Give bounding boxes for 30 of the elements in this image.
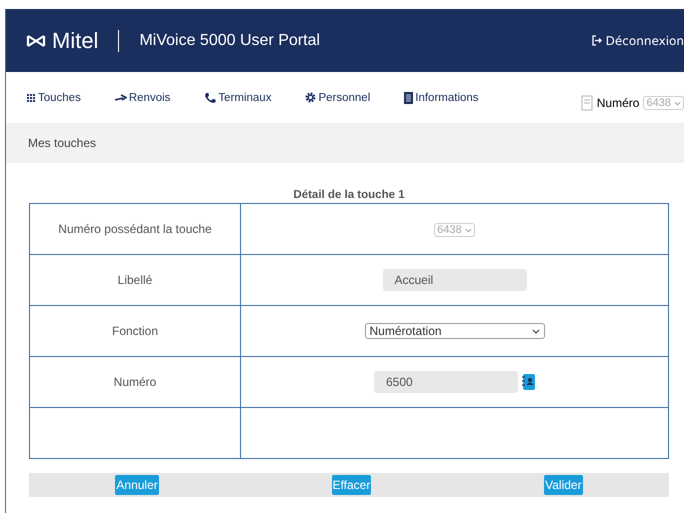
logo-icon <box>26 34 46 48</box>
number-label: Numéro <box>596 96 640 110</box>
chevron-icon <box>532 328 540 334</box>
phone-icon <box>204 92 216 104</box>
portal-title: MiVoice 5000 User Portal <box>139 32 321 50</box>
nav-tab[interactable]: Personnel <box>305 92 370 104</box>
field-label: Libellé <box>118 273 152 287</box>
logout-link[interactable]: Déconnexion <box>592 34 684 48</box>
keypad-icon <box>26 92 36 102</box>
label-field[interactable]: Accueil <box>382 269 526 291</box>
nav-tab[interactable]: Terminaux <box>204 92 272 104</box>
address-book-icon[interactable] <box>522 374 535 390</box>
number-field[interactable]: 6500 <box>374 371 518 393</box>
chevron-icon <box>674 100 681 106</box>
nav-tab[interactable]: Informations <box>404 92 479 104</box>
document-icon <box>580 94 593 110</box>
gear-icon <box>305 92 316 103</box>
function-dropdown[interactable]: Numérotation <box>364 323 544 339</box>
nav-tab[interactable]: Touches <box>26 92 81 104</box>
document-icon <box>404 92 414 104</box>
arrow-icon <box>114 94 127 102</box>
field-label: Numéro possédant la touche <box>58 222 212 236</box>
detail-title: Détail de la touche 1 <box>292 189 406 201</box>
nav-tab[interactable]: Renvois <box>114 92 170 104</box>
breadcrumb: Mes touches <box>28 136 96 150</box>
logo-text: Mitel <box>52 28 98 54</box>
field-label: Fonction <box>112 324 158 338</box>
chevron-icon <box>464 228 472 233</box>
field-label: Numéro <box>114 375 156 389</box>
logout-icon <box>592 35 602 46</box>
